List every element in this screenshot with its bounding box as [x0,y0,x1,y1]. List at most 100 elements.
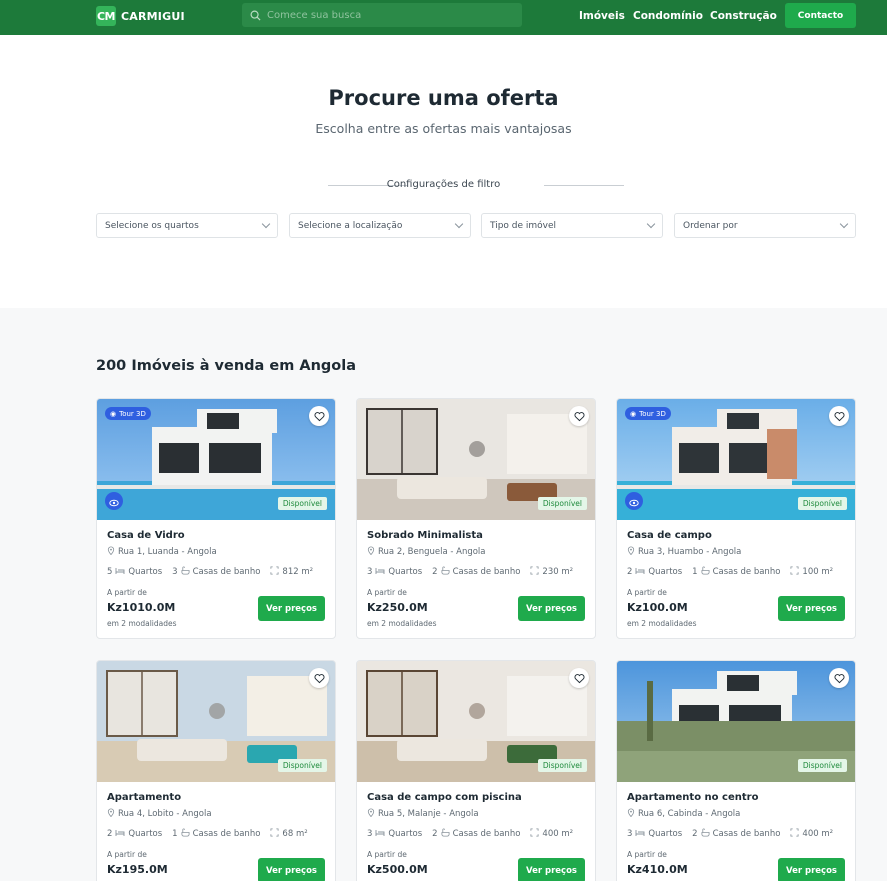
heart-icon [314,669,325,688]
filter-heading: Configurações de filtro [386,179,501,190]
area-icon [790,566,799,578]
location-pin-icon [107,546,115,558]
search-bar[interactable] [242,3,522,27]
bed-icon [635,829,645,840]
property-card[interactable]: Disponível Apartamento Rua 4, Lobito - A… [96,660,336,881]
view-prices-button[interactable]: Ver preços [778,596,845,621]
view-prices-button[interactable]: Ver preços [518,596,585,621]
area-icon [270,828,279,840]
area-spec: 812 m² [270,566,313,578]
baths-label: Casas de banho [712,829,781,839]
tour-label: Tour 3D [639,409,666,418]
favorite-button[interactable] [569,406,589,426]
view-prices-button[interactable]: Ver preços [778,858,845,881]
property-price: Kz250.0M [367,601,428,614]
baths-count: 1 [172,829,178,839]
bed-icon [375,829,385,840]
rooms-label: Quartos [128,567,163,577]
area-spec: 230 m² [530,566,573,578]
property-name[interactable]: Casa de campo com piscina [367,792,522,803]
nav-imoveis[interactable]: Imóveis [579,10,625,22]
property-name[interactable]: Sobrado Minimalista [367,530,483,541]
price-prefix: A partir de [367,588,407,597]
view-tour-button[interactable] [105,492,123,510]
property-card[interactable]: Disponível Sobrado Minimalista Rua 2, Be… [356,398,596,639]
divider-right [544,185,624,186]
nav-construcao[interactable]: Construção [710,10,777,22]
baths-spec: 3 Casas de banho [172,566,260,578]
rooms-spec: 5 Quartos [107,566,162,578]
baths-spec: 1 Casas de banho [692,566,780,578]
chevron-down-icon [454,219,464,229]
view-prices-button[interactable]: Ver preços [258,596,325,621]
logo[interactable]: CM CARMIGUI [96,6,185,26]
area-icon [530,828,539,840]
sort-select[interactable]: Ordenar por [674,213,856,238]
property-specs: 3 Quartos 2 Casas de banho 400 m² [627,828,833,840]
property-card[interactable]: ◉ Tour 3D Disponível Casa de Vidro Rua 1,… [96,398,336,639]
eye-icon [109,492,119,511]
address-text: Rua 2, Benguela - Angola [378,547,486,557]
page-subtitle: Escolha entre as ofertas mais vantajosas [315,121,572,136]
location-select-label: Selecione a localização [298,220,403,231]
rooms-count: 3 [367,567,373,577]
rooms-select[interactable]: Selecione os quartos [96,213,278,238]
favorite-button[interactable] [829,406,849,426]
type-select[interactable]: Tipo de imóvel [481,213,663,238]
search-input[interactable] [267,9,507,21]
rooms-label: Quartos [648,567,683,577]
favorite-button[interactable] [309,406,329,426]
bath-icon [181,566,190,578]
rooms-select-label: Selecione os quartos [105,220,199,231]
location-pin-icon [627,808,635,820]
tour-3d-badge[interactable]: ◉ Tour 3D [105,407,151,420]
area-value: 400 m² [802,829,834,839]
eye-icon: ◉ [630,409,637,418]
rooms-label: Quartos [388,829,423,839]
location-pin-icon [627,546,635,558]
address-text: Rua 3, Huambo - Angola [638,547,742,557]
page-title: Procure uma oferta [328,86,559,110]
property-card[interactable]: Disponível Casa de campo com piscina Rua… [356,660,596,881]
baths-label: Casas de banho [452,829,521,839]
baths-count: 3 [172,567,178,577]
bed-icon [635,567,645,578]
baths-spec: 2 Casas de banho [432,828,520,840]
view-prices-button[interactable]: Ver preços [518,858,585,881]
heart-icon [314,407,325,426]
rooms-label: Quartos [128,829,163,839]
property-name[interactable]: Casa de Vidro [107,530,185,541]
property-price: Kz195.0M [107,863,168,876]
price-prefix: A partir de [107,588,147,597]
tour-3d-badge[interactable]: ◉ Tour 3D [625,407,671,420]
nav-condominio[interactable]: Condomínio [633,10,703,22]
area-spec: 400 m² [530,828,573,840]
property-card[interactable]: Disponível Apartamento no centro Rua 6, … [616,660,856,881]
property-address: Rua 3, Huambo - Angola [627,546,741,558]
property-card[interactable]: ◉ Tour 3D Disponível Casa de campo Rua 3,… [616,398,856,639]
favorite-button[interactable] [309,668,329,688]
property-name[interactable]: Casa de campo [627,530,712,541]
eye-icon: ◉ [110,409,117,418]
baths-spec: 2 Casas de banho [432,566,520,578]
view-prices-button[interactable]: Ver preços [258,858,325,881]
address-text: Rua 6, Cabinda - Angola [638,809,741,819]
property-name[interactable]: Apartamento [107,792,181,803]
favorite-button[interactable] [569,668,589,688]
property-name[interactable]: Apartamento no centro [627,792,758,803]
top-navbar: CM CARMIGUI Imóveis Condomínio Construçã… [0,0,887,35]
status-badge: Disponível [797,759,847,772]
contact-button[interactable]: Contacto [785,3,856,28]
bath-icon [441,828,450,840]
logo-text: CARMIGUI [121,9,185,23]
property-address: Rua 2, Benguela - Angola [367,546,486,558]
favorite-button[interactable] [829,668,849,688]
view-tour-button[interactable] [625,492,643,510]
heart-icon [834,669,845,688]
price-prefix: A partir de [627,588,667,597]
logo-mark: CM [96,6,116,26]
property-address: Rua 1, Luanda - Angola [107,546,217,558]
location-select[interactable]: Selecione a localização [289,213,471,238]
chevron-down-icon [261,219,271,229]
location-pin-icon [107,808,115,820]
